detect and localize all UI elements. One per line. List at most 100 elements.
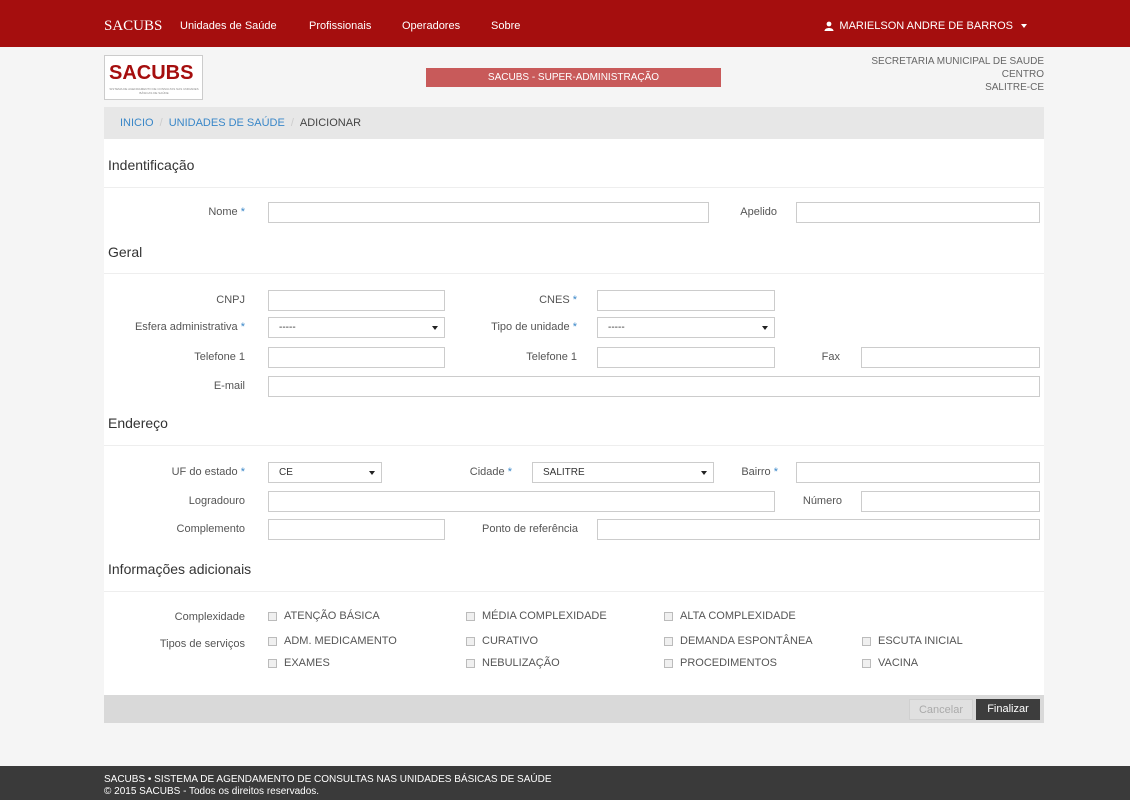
bairro-input[interactable] [796,462,1040,483]
nav-unidades[interactable]: Unidades de Saúde [180,20,277,32]
checkbox-alta-complexidade[interactable]: ALTA COMPLEXIDADE [664,610,796,622]
numero-label: Número [802,495,842,507]
user-icon [824,21,834,31]
logo-subtext: SISTEMA DE AGENDAMENTO DE CONSULTAS NAS … [109,87,199,95]
complemento-input[interactable] [268,519,445,540]
uf-label: UF do estado * [171,466,245,478]
secretaria-unit: CENTRO [1001,69,1044,80]
secretaria-name: SECRETARIA MUNICIPAL DE SAUDE [871,56,1044,67]
checkbox-icon [466,611,475,621]
checkbox-escuta-inicial[interactable]: ESCUTA INICIAL [862,635,963,647]
checkbox-procedimentos[interactable]: PROCEDIMENTOS [664,657,777,669]
email-input[interactable] [268,376,1040,397]
esfera-label: Esfera administrativa * [134,321,245,333]
checkbox-icon [862,636,871,646]
footer-system-name: SACUBS • SISTEMA DE AGENDAMENTO DE CONSU… [104,774,552,785]
admin-banner: SACUBS - SUPER-ADMINISTRAÇÃO [426,68,721,87]
checkbox-icon [862,658,871,668]
select-arrow-icon [701,471,707,475]
esfera-select[interactable]: ----- [268,317,445,338]
finalizar-button[interactable]: Finalizar [976,699,1040,720]
logradouro-label: Logradouro [188,495,245,507]
checkbox-icon [466,658,475,668]
tipos-servicos-label: Tipos de serviços [159,638,245,650]
secretaria-info: SECRETARIA MUNICIPAL DE SAUDE CENTRO SAL… [871,55,1044,94]
nome-label: Nome * [208,206,245,218]
page-header: SACUBS SISTEMA DE AGENDAMENTO DE CONSULT… [0,47,1130,107]
secretaria-city: SALITRE-CE [985,82,1044,93]
checkbox-icon [664,611,673,621]
complexidade-label: Complexidade [174,611,245,623]
divider [104,445,1044,446]
checkbox-icon [664,658,673,668]
fax-label: Fax [821,351,840,363]
user-name: MARIELSON ANDRE DE BARROS [839,20,1013,32]
nav-profissionais[interactable]: Profissionais [309,20,371,32]
checkbox-media-complexidade[interactable]: MÉDIA COMPLEXIDADE [466,610,607,622]
section-endereco: Endereço [108,415,168,431]
numero-input[interactable] [861,491,1040,512]
email-label: E-mail [213,380,245,392]
checkbox-atencao-basica[interactable]: ATENÇÃO BÁSICA [268,610,380,622]
telefone2-label: Telefone 1 [526,351,577,363]
checkbox-icon [268,636,277,646]
cnes-label: CNES * [539,294,577,306]
uf-select[interactable]: CE [268,462,382,483]
cancel-button[interactable]: Cancelar [909,699,973,720]
checkbox-nebulizacao[interactable]: NEBULIZAÇÃO [466,657,560,669]
checkbox-curativo[interactable]: CURATIVO [466,635,538,647]
cidade-select[interactable]: SALITRE [532,462,714,483]
divider [104,187,1044,188]
tipo-unidade-select[interactable]: ----- [597,317,775,338]
divider [104,591,1044,592]
user-menu[interactable]: MARIELSON ANDRE DE BARROS [824,20,1027,32]
form-actions: Cancelar Finalizar [104,695,1044,723]
telefone2-input[interactable] [597,347,775,368]
ponto-referencia-label: Ponto de referência [481,523,578,535]
nav-sobre[interactable]: Sobre [491,20,520,32]
checkbox-icon [268,611,277,621]
cidade-label: Cidade * [469,466,512,478]
breadcrumb-home[interactable]: INICIO [120,117,154,129]
checkbox-icon [466,636,475,646]
checkbox-demanda-espontanea[interactable]: DEMANDA ESPONTÂNEA [664,635,813,647]
sacubs-logo: SACUBS SISTEMA DE AGENDAMENTO DE CONSULT… [104,55,203,100]
select-arrow-icon [432,326,438,330]
navbar-brand[interactable]: SACUBS [104,18,162,35]
divider [104,273,1044,274]
ponto-referencia-input[interactable] [597,519,1040,540]
select-arrow-icon [762,326,768,330]
page-footer: SACUBS • SISTEMA DE AGENDAMENTO DE CONSU… [0,766,1130,800]
breadcrumb-current: ADICIONAR [299,117,362,129]
bairro-label: Bairro * [741,466,778,478]
section-geral: Geral [108,244,143,260]
apelido-label: Apelido [740,206,777,218]
tipo-unidade-label: Tipo de unidade * [491,321,577,333]
checkbox-icon [268,658,277,668]
section-identificacao: Indentificação [108,157,195,173]
cnpj-label: CNPJ [216,294,245,306]
checkbox-exames[interactable]: EXAMES [268,657,330,669]
fax-input[interactable] [861,347,1040,368]
caret-down-icon [1021,24,1027,28]
complemento-label: Complemento [176,523,245,535]
checkbox-icon [664,636,673,646]
breadcrumb-unidades[interactable]: UNIDADES DE SAÚDE [169,117,285,129]
footer-copyright: © 2015 SACUBS - Todos os direitos reserv… [104,786,320,797]
section-adicionais: Informações adicionais [108,561,252,577]
form-card: INICIO / UNIDADES DE SAÚDE / ADICIONAR Inden… [104,107,1044,723]
telefone1-input[interactable] [268,347,445,368]
telefone1-label: Telefone 1 [194,351,245,363]
checkbox-vacina[interactable]: VACINA [862,657,918,669]
logo-text: SACUBS [109,62,194,84]
apelido-input[interactable] [796,202,1040,223]
top-navbar: SACUBS Unidades de Saúde Profissionais O… [0,0,1130,47]
checkbox-adm-medicamento[interactable]: ADM. MEDICAMENTO [268,635,397,647]
cnpj-input[interactable] [268,290,445,311]
cnes-input[interactable] [597,290,775,311]
select-arrow-icon [369,471,375,475]
nome-input[interactable] [268,202,709,223]
nav-operadores[interactable]: Operadores [402,20,460,32]
logradouro-input[interactable] [268,491,775,512]
breadcrumb: INICIO / UNIDADES DE SAÚDE / ADICIONAR [104,107,1044,139]
